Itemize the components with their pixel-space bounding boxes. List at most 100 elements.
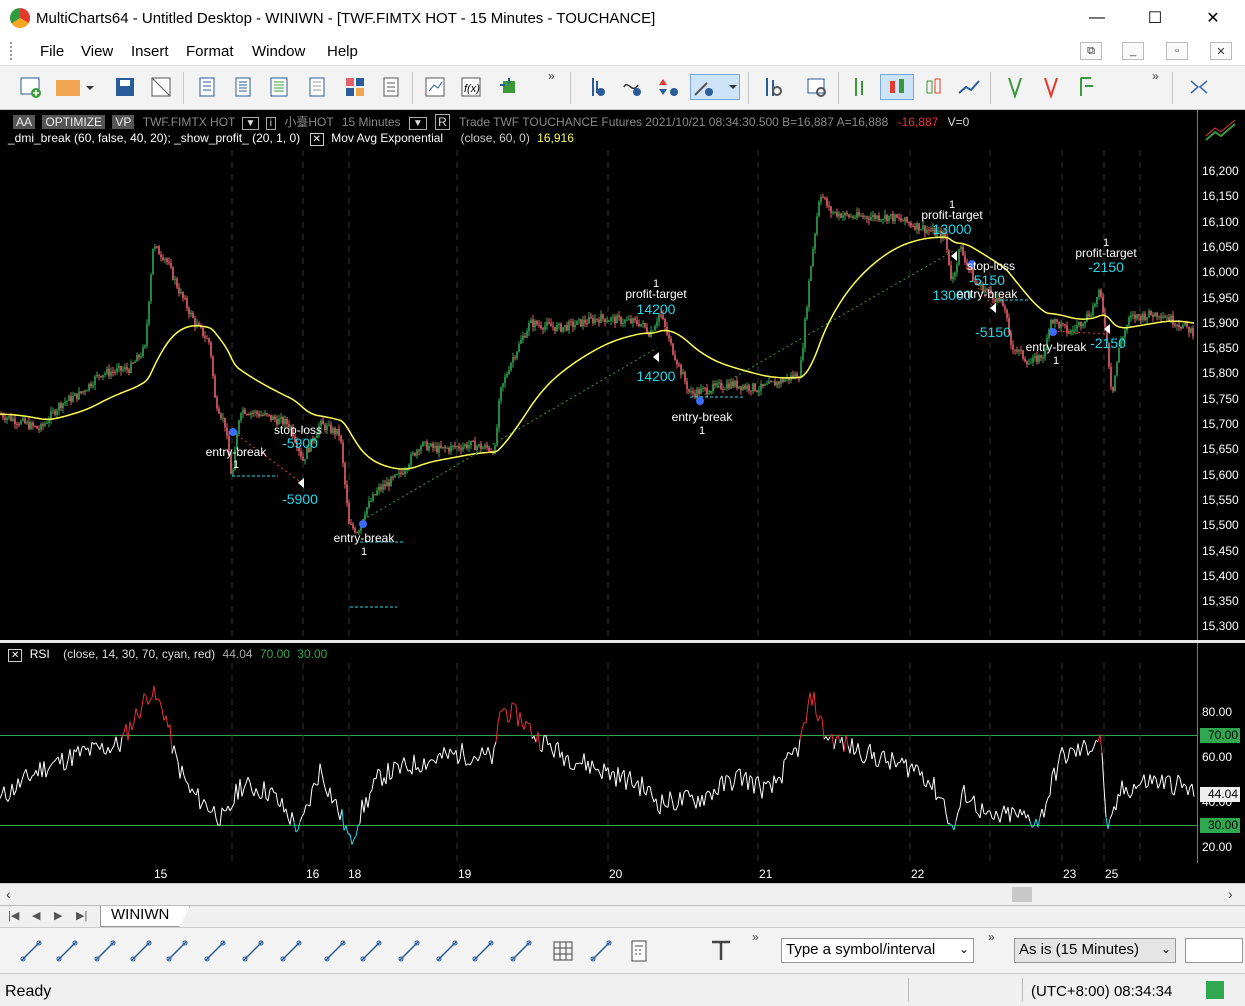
scroll-thumb[interactable] xyxy=(1012,887,1032,902)
function-editor-icon[interactable]: f(x) xyxy=(458,74,484,100)
buy-arrow-icon[interactable] xyxy=(1002,74,1028,100)
rsi-segment xyxy=(371,778,375,790)
drawing-tools-dropdown[interactable] xyxy=(690,74,740,100)
scroll-left-icon[interactable]: ‹ xyxy=(6,886,11,902)
trendline-icon[interactable] xyxy=(18,938,44,964)
tab-winiwn[interactable]: WINIWN xyxy=(100,906,190,927)
insert-signal-icon[interactable] xyxy=(656,74,682,100)
drawbar2-overflow-chevron-icon[interactable]: » xyxy=(988,930,995,944)
time-zones-icon[interactable] xyxy=(434,938,460,964)
vp-button[interactable]: VP xyxy=(112,115,135,129)
mdi-close-button[interactable]: ✕ xyxy=(1210,42,1232,60)
interval-select[interactable]: As is (15 Minutes) ⌄ xyxy=(1014,938,1176,963)
price-chart-canvas[interactable]: entry-break1stop-loss-5900-5900entry-bre… xyxy=(0,110,1197,640)
tab-last-icon[interactable]: ▶| xyxy=(76,909,87,922)
gann-fan-icon[interactable] xyxy=(240,938,266,964)
fib-arcs-icon[interactable] xyxy=(396,938,422,964)
line-chart-icon[interactable] xyxy=(956,74,982,100)
price-axis[interactable]: 16,200 16,150 16,100 16,050 16,000 15,950 15,9… xyxy=(1197,110,1245,640)
power-language-icon[interactable] xyxy=(422,74,448,100)
interval-dropdown-icon[interactable]: ▼ xyxy=(408,117,427,130)
save-icon[interactable] xyxy=(112,74,138,100)
page-setup-icon[interactable] xyxy=(148,74,174,100)
horizontal-line-icon[interactable] xyxy=(54,938,80,964)
cycle-lines-icon[interactable] xyxy=(470,938,496,964)
hollow-candle-icon[interactable] xyxy=(920,74,946,100)
text-note-icon[interactable] xyxy=(588,938,614,964)
r-button[interactable]: R xyxy=(435,114,450,130)
price-candle xyxy=(834,211,836,213)
strategy-label[interactable]: _dmi_break (60, false, 40, 20); _show_pr… xyxy=(8,131,300,145)
sell-arrow-icon[interactable] xyxy=(1038,74,1064,100)
symbol-dropdown-icon[interactable]: ▼ xyxy=(241,117,260,130)
rsi-pane[interactable]: ✕ RSI (close, 14, 30, 70, cyan, red) 44.… xyxy=(0,643,1197,863)
menu-insert[interactable]: Insert xyxy=(131,43,169,60)
chart-trading-icon[interactable] xyxy=(1204,116,1240,146)
grid-icon[interactable] xyxy=(550,938,576,964)
drawbar-overflow-chevron-icon[interactable]: » xyxy=(752,930,759,944)
instrument-list-icon[interactable] xyxy=(194,74,220,100)
aa-button[interactable]: AA xyxy=(13,115,36,129)
mdi-maximize-button[interactable]: ▫ xyxy=(1166,42,1188,60)
dom-icon[interactable] xyxy=(266,74,292,100)
insert-drawing-icon[interactable] xyxy=(620,74,646,100)
vertical-line-icon[interactable] xyxy=(92,938,118,964)
maximize-button[interactable]: ☐ xyxy=(1126,0,1184,36)
collapse-panel-icon[interactable] xyxy=(1186,74,1212,100)
toolbar-overflow-chevron-icon[interactable]: » xyxy=(548,69,555,83)
tab-next-icon[interactable]: ▶ xyxy=(54,909,62,922)
time-axis[interactable]: 15 16 18 19 20 21 22 23 25 xyxy=(0,863,1245,883)
mdi-restore-icon[interactable]: ⧉ xyxy=(1080,42,1102,60)
rsi-close-icon[interactable]: ✕ xyxy=(8,649,23,662)
horizontal-scrollbar[interactable]: ‹ › xyxy=(0,883,1245,905)
rsi-segment xyxy=(263,781,267,799)
interval-dropdown-chevron-icon[interactable]: ⌄ xyxy=(1161,942,1171,956)
toolbar2-overflow-chevron-icon[interactable]: » xyxy=(1152,69,1159,83)
rsi-axis[interactable]: 80.00 60.00 40.00 20.00 70.00 30.00 44.0… xyxy=(1197,643,1245,863)
menu-help[interactable]: Help xyxy=(327,43,358,60)
format-settings-icon[interactable] xyxy=(760,74,786,100)
position-icon[interactable] xyxy=(1074,74,1100,100)
speed-lines-icon[interactable] xyxy=(322,938,348,964)
mdi-minimize-button[interactable]: _ xyxy=(1122,42,1144,60)
ma-label[interactable]: Mov Avg Exponential xyxy=(331,131,443,145)
price-chart[interactable]: entry-break 1 stop-loss -5900 -5900 entry-bre… xyxy=(0,110,1197,640)
minimize-button[interactable]: — xyxy=(1068,0,1126,36)
format-window-icon[interactable] xyxy=(804,74,830,100)
fib-fan-icon[interactable] xyxy=(202,938,228,964)
open-desktop-icon[interactable] xyxy=(54,74,94,100)
symbol-input[interactable]: Type a symbol/interval ⌄ xyxy=(781,938,974,963)
menu-format[interactable]: Format xyxy=(186,43,234,60)
portfolio-icon[interactable] xyxy=(342,74,368,100)
candlestick-icon[interactable] xyxy=(880,74,914,100)
insert-study-icon[interactable] xyxy=(496,74,522,100)
ohlc-bar-icon[interactable] xyxy=(846,74,872,100)
menu-view[interactable]: View xyxy=(81,43,113,60)
scanner-icon[interactable] xyxy=(304,74,330,100)
menu-window[interactable]: Window xyxy=(252,43,305,60)
quantity-input[interactable] xyxy=(1185,938,1243,963)
ma-close-icon[interactable]: ✕ xyxy=(309,133,324,146)
symbol-dropdown-chevron-icon[interactable]: ⌄ xyxy=(959,942,969,956)
close-button[interactable]: ✕ xyxy=(1184,0,1242,36)
menu-file[interactable]: File xyxy=(40,43,64,60)
info-icon[interactable]: i xyxy=(265,117,276,130)
quote-manager-icon[interactable] xyxy=(230,74,256,100)
rsi-canvas[interactable] xyxy=(0,643,1197,863)
text-icon[interactable] xyxy=(708,938,734,964)
add-study-icon[interactable] xyxy=(584,74,610,100)
calculator-icon[interactable] xyxy=(626,938,652,964)
horizontal-levels-icon[interactable] xyxy=(278,938,304,964)
new-chart-icon[interactable] xyxy=(18,74,44,100)
report-icon[interactable] xyxy=(378,74,404,100)
optimize-button[interactable]: OPTIMIZE xyxy=(42,115,106,129)
scroll-right-icon[interactable]: › xyxy=(1228,886,1233,902)
parallel-lines-icon[interactable] xyxy=(164,938,190,964)
rsi-name[interactable]: RSI xyxy=(30,647,50,661)
tab-prev-icon[interactable]: ◀ xyxy=(32,909,40,922)
tab-first-icon[interactable]: |◀ xyxy=(8,909,19,922)
fib-extension-icon[interactable] xyxy=(358,938,384,964)
channel-icon[interactable] xyxy=(128,938,154,964)
connection-status-icon[interactable] xyxy=(1206,981,1224,999)
regression-icon[interactable] xyxy=(508,938,534,964)
